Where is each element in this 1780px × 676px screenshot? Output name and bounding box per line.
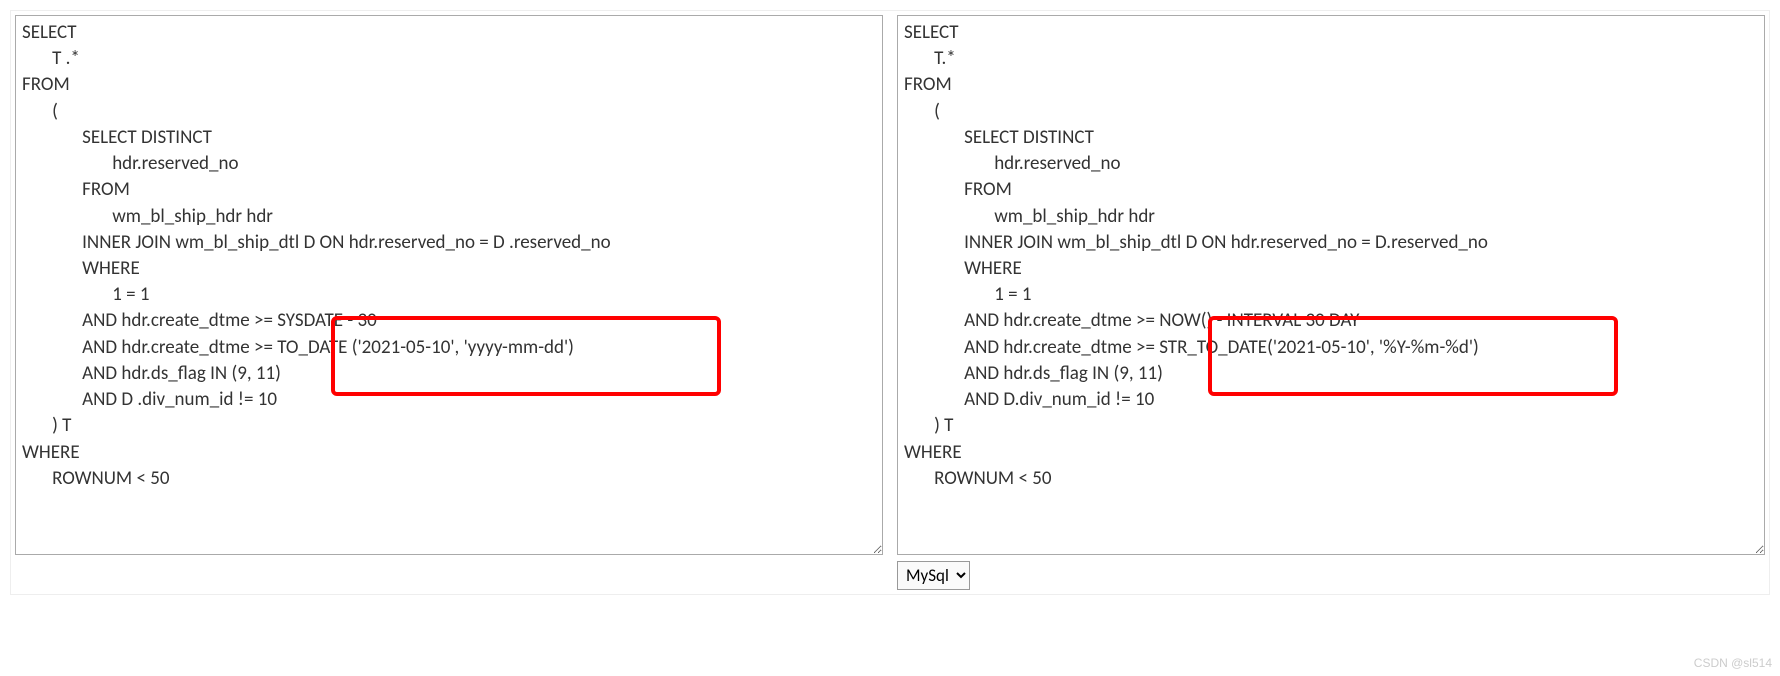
- right-code: SELECT T.* FROM ( SELECT DISTINCT hdr.re…: [904, 20, 1758, 492]
- container: SELECT T .* FROM ( SELECT DISTINCT hdr.r…: [10, 10, 1770, 595]
- right-code-box[interactable]: SELECT T.* FROM ( SELECT DISTINCT hdr.re…: [897, 15, 1765, 555]
- db-select[interactable]: MySql: [897, 561, 970, 590]
- left-code-box[interactable]: SELECT T .* FROM ( SELECT DISTINCT hdr.r…: [15, 15, 883, 555]
- left-code: SELECT T .* FROM ( SELECT DISTINCT hdr.r…: [22, 20, 876, 492]
- right-column: SELECT T.* FROM ( SELECT DISTINCT hdr.re…: [897, 15, 1765, 590]
- watermark: CSDN @sl514: [1694, 655, 1772, 672]
- left-column: SELECT T .* FROM ( SELECT DISTINCT hdr.r…: [15, 15, 883, 590]
